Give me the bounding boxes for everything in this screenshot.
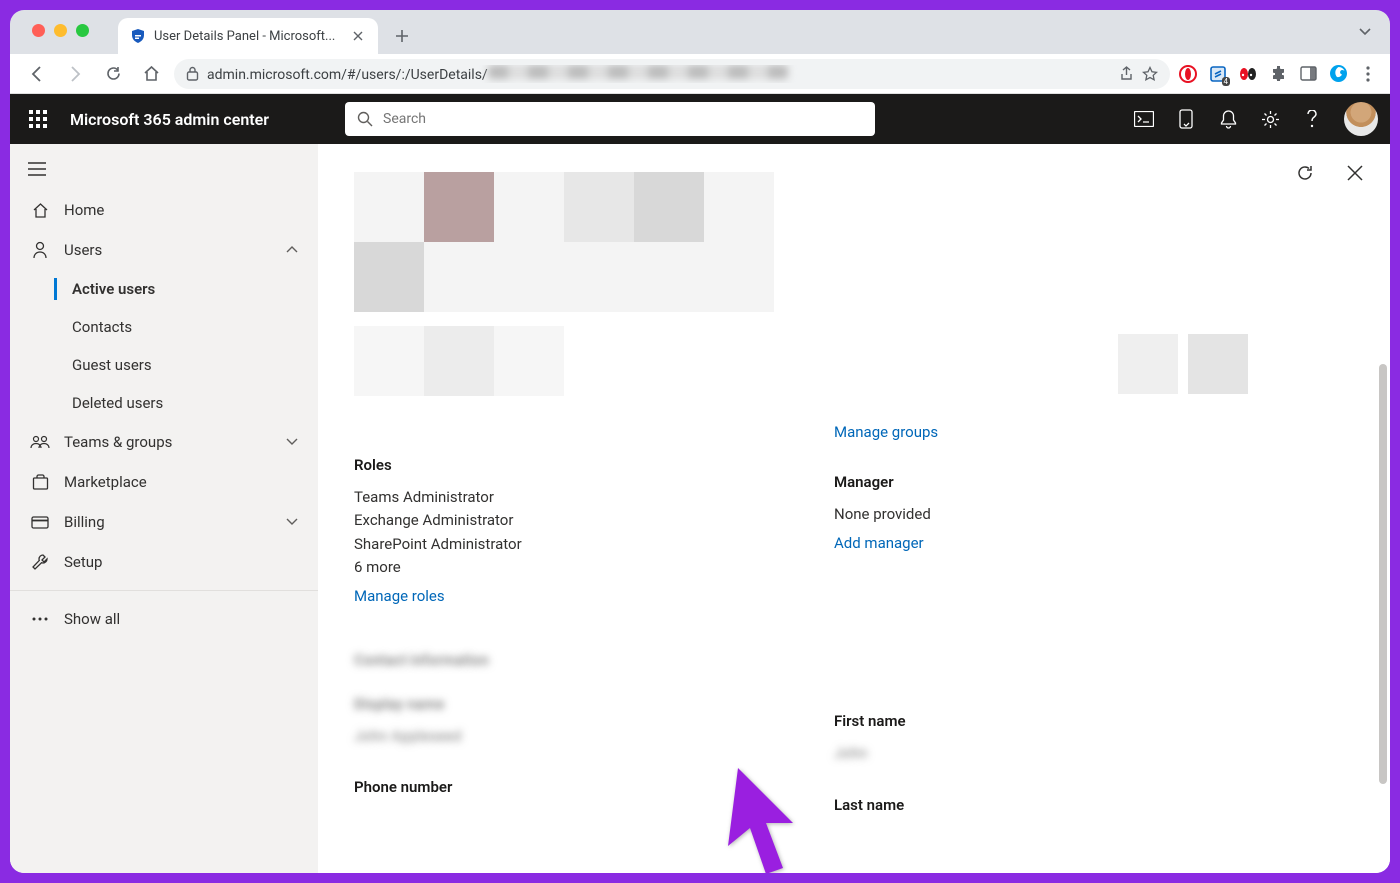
marketplace-icon	[30, 472, 50, 492]
chevron-down-icon	[286, 518, 298, 526]
nav-setup-label: Setup	[64, 553, 102, 571]
extensions-menu-icon[interactable]	[1268, 64, 1288, 84]
teams-icon	[30, 432, 50, 452]
url-text: admin.microsoft.com/#/users/:/UserDetail…	[207, 65, 1111, 83]
maximize-window-button[interactable]	[76, 24, 89, 37]
sidebar: Home Users Active users Contacts Guest u…	[10, 144, 318, 873]
redacted-header-block	[354, 172, 1354, 312]
tab-overflow-icon[interactable]	[1358, 24, 1372, 38]
billing-icon	[30, 512, 50, 532]
reload-button[interactable]	[98, 59, 128, 89]
tab-title: User Details Panel - Microsoft...	[154, 29, 342, 44]
app-launcher-icon[interactable]	[22, 103, 54, 135]
page-viewport: Microsoft 365 admin center	[10, 94, 1390, 873]
manager-value: None provided	[834, 503, 1314, 526]
back-button[interactable]	[22, 59, 52, 89]
minimize-window-button[interactable]	[54, 24, 67, 37]
extension-dashlane-icon[interactable]: 4	[1208, 64, 1228, 84]
last-name-heading: Last name	[834, 796, 1314, 814]
kebab-menu-icon[interactable]	[1358, 64, 1378, 84]
nav-users-label: Users	[64, 241, 102, 259]
app-title: Microsoft 365 admin center	[70, 110, 269, 129]
window-controls	[32, 24, 89, 37]
ellipsis-icon	[30, 609, 50, 629]
home-button[interactable]	[136, 59, 166, 89]
bookmark-icon[interactable]	[1142, 66, 1158, 82]
tab-close-icon[interactable]	[350, 28, 366, 44]
nav-show-all[interactable]: Show all	[10, 599, 318, 639]
notifications-icon[interactable]	[1218, 109, 1238, 129]
nav-contacts[interactable]: Contacts	[10, 308, 318, 346]
nav-teams-label: Teams & groups	[64, 433, 172, 451]
manage-groups-link[interactable]: Manage groups	[834, 423, 938, 441]
first-name-heading: First name	[834, 712, 1314, 730]
share-icon[interactable]	[1119, 66, 1134, 81]
roles-heading: Roles	[354, 456, 834, 474]
extension-icons: 4	[1178, 64, 1378, 84]
extension-opera-icon[interactable]	[1178, 64, 1198, 84]
refresh-panel-icon[interactable]	[1294, 162, 1316, 184]
role-item: Exchange Administrator	[354, 509, 834, 532]
user-details-panel: Roles Teams Administrator Exchange Admin…	[318, 144, 1390, 873]
nav-setup[interactable]: Setup	[10, 542, 318, 582]
nav-billing-label: Billing	[64, 513, 105, 531]
add-manager-link[interactable]: Add manager	[834, 534, 924, 552]
manage-roles-link[interactable]: Manage roles	[354, 587, 445, 605]
url-visible: admin.microsoft.com/#/users/:/UserDetail…	[207, 67, 488, 83]
search-box[interactable]	[345, 102, 875, 136]
nav-guest-users[interactable]: Guest users	[10, 346, 318, 384]
manager-heading: Manager	[834, 473, 1314, 491]
nav-teams-groups[interactable]: Teams & groups	[10, 422, 318, 462]
close-window-button[interactable]	[32, 24, 45, 37]
first-name-value-redacted: John	[834, 742, 1314, 765]
nav-show-all-label: Show all	[64, 610, 120, 628]
browser-tabstrip: User Details Panel - Microsoft...	[10, 10, 1390, 54]
shell-command-icon[interactable]	[1134, 109, 1154, 129]
nav-marketplace-label: Marketplace	[64, 473, 147, 491]
scrollbar-thumb[interactable]	[1379, 364, 1387, 784]
side-panel-icon[interactable]	[1298, 64, 1318, 84]
close-panel-icon[interactable]	[1344, 162, 1366, 184]
setup-icon	[30, 552, 50, 572]
chevron-down-icon	[286, 438, 298, 446]
nav-billing[interactable]: Billing	[10, 502, 318, 542]
workspace: Home Users Active users Contacts Guest u…	[10, 144, 1390, 873]
display-name-value-redacted: John Appleseed	[354, 725, 834, 748]
chevron-up-icon	[286, 246, 298, 254]
vertical-scrollbar[interactable]	[1376, 144, 1390, 873]
redacted-right-block	[1118, 334, 1248, 394]
tab-favicon-icon	[130, 28, 146, 44]
search-input[interactable]	[383, 111, 863, 127]
phone-number-heading: Phone number	[354, 778, 834, 796]
settings-icon[interactable]	[1260, 109, 1280, 129]
contact-heading-redacted: Contact information	[354, 651, 834, 669]
user-avatar[interactable]	[1344, 102, 1378, 136]
nav-active-users[interactable]: Active users	[10, 270, 318, 308]
mobile-icon[interactable]	[1176, 109, 1196, 129]
lock-icon	[186, 66, 199, 81]
sidebar-toggle-icon[interactable]	[10, 154, 318, 184]
forward-button[interactable]	[60, 59, 90, 89]
help-icon[interactable]	[1302, 109, 1322, 129]
nav-home-label: Home	[64, 201, 104, 219]
role-item: SharePoint Administrator	[354, 533, 834, 556]
url-redacted	[488, 65, 788, 79]
extension-swirl-icon[interactable]	[1328, 64, 1348, 84]
home-icon	[30, 200, 50, 220]
new-tab-button[interactable]	[388, 22, 416, 50]
role-more: 6 more	[354, 556, 834, 579]
browser-tab[interactable]: User Details Panel - Microsoft...	[118, 18, 378, 54]
search-icon	[357, 111, 373, 127]
address-bar[interactable]: admin.microsoft.com/#/users/:/UserDetail…	[174, 59, 1170, 89]
display-name-label-redacted: Display name	[354, 695, 834, 713]
browser-toolbar: admin.microsoft.com/#/users/:/UserDetail…	[10, 54, 1390, 94]
nav-users[interactable]: Users	[10, 230, 318, 270]
user-icon	[30, 240, 50, 260]
nav-deleted-users[interactable]: Deleted users	[10, 384, 318, 422]
extension-eyes-icon[interactable]	[1238, 64, 1258, 84]
m365-header: Microsoft 365 admin center	[10, 94, 1390, 144]
nav-home[interactable]: Home	[10, 190, 318, 230]
role-item: Teams Administrator	[354, 486, 834, 509]
nav-marketplace[interactable]: Marketplace	[10, 462, 318, 502]
